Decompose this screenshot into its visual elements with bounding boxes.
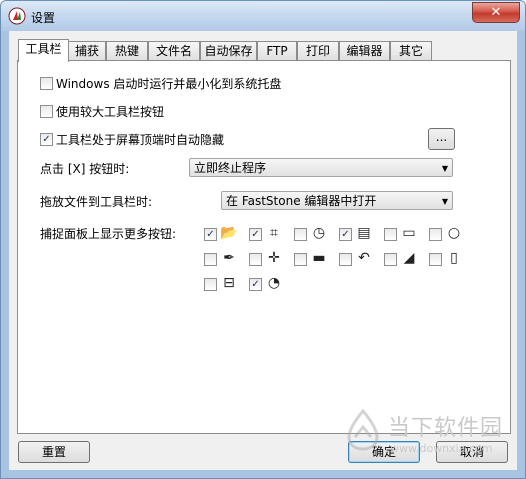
tab-toolbar[interactable]: 工具栏 <box>18 39 69 62</box>
close-button[interactable]: ✕ <box>472 2 520 23</box>
crop-frame-icon: ⌗ <box>270 225 278 241</box>
tab-print[interactable]: 打印 <box>297 41 339 60</box>
large-buttons-label: 使用较大工具栏按钮 <box>56 105 165 119</box>
film-icon: ▤ <box>357 225 371 241</box>
capture-option-checkbox[interactable] <box>204 278 217 291</box>
capture-option-checkbox[interactable] <box>294 253 307 266</box>
close-click-value: 立即终止程序 <box>194 161 267 175</box>
capture-option-checkbox[interactable] <box>204 228 217 241</box>
capture-option-checkbox[interactable] <box>249 278 262 291</box>
chevron-down-icon: ▼ <box>441 197 448 206</box>
drag-drop-label: 拖放文件到工具栏时: <box>40 195 153 209</box>
open-folder-icon: 📂 <box>220 225 238 241</box>
capture-option-checkbox[interactable] <box>384 253 397 266</box>
tab-editor[interactable]: 编辑器 <box>339 41 390 60</box>
title-bar[interactable]: 设置 ✕ <box>1 1 525 31</box>
window-title: 设置 <box>31 11 56 25</box>
drag-drop-value: 在 FastStone 编辑器中打开 <box>226 194 377 208</box>
drag-drop-select[interactable]: 在 FastStone 编辑器中打开 ▼ <box>221 191 453 210</box>
draw-icon: ◢ <box>403 250 415 266</box>
crosshair-icon: ✛ <box>268 250 280 266</box>
clock-icon: ◷ <box>312 225 326 241</box>
chevron-down-icon: ▼ <box>441 164 448 173</box>
tab-other[interactable]: 其它 <box>390 41 432 60</box>
capture-option-checkbox[interactable] <box>384 228 397 241</box>
tab-autosave[interactable]: 自动保存 <box>200 41 257 60</box>
capture-option-checkbox[interactable] <box>429 228 442 241</box>
startup-minimize-checkbox[interactable] <box>40 77 53 90</box>
pdf-icon: ▯ <box>450 250 458 266</box>
autohide-label: 工具栏处于屏幕顶端时自动隐藏 <box>56 133 225 147</box>
more-options-button[interactable]: ... <box>428 128 455 150</box>
capture-option-checkbox[interactable] <box>249 253 262 266</box>
ruler-icon: ▬ <box>312 250 326 266</box>
tab-capture[interactable]: 捕获 <box>68 41 106 60</box>
large-buttons-checkbox[interactable] <box>40 105 53 118</box>
timer-icon: ◔ <box>267 275 281 291</box>
reset-button[interactable]: 重置 <box>18 441 90 463</box>
watermark-text: 当下软件园 <box>388 416 504 441</box>
watermark-url: www.downxia.com <box>390 442 493 455</box>
autohide-checkbox[interactable] <box>40 133 53 146</box>
capture-option-checkbox[interactable] <box>429 253 442 266</box>
startup-minimize-label: Windows 启动时运行并最小化到系统托盘 <box>56 77 282 91</box>
capture-option-checkbox[interactable] <box>339 253 352 266</box>
capture-option-checkbox[interactable] <box>294 228 307 241</box>
tab-filename[interactable]: 文件名 <box>148 41 200 60</box>
tab-hotkeys[interactable]: 热键 <box>106 41 148 60</box>
app-icon <box>8 7 26 25</box>
magnifier-icon: ○ <box>447 225 461 241</box>
capture-option-checkbox[interactable] <box>249 228 262 241</box>
capture-option-checkbox[interactable] <box>339 228 352 241</box>
rectangle-icon: ▭ <box>402 225 416 241</box>
layout-icon: ⊟ <box>223 275 235 291</box>
capture-panel-label: 捕捉面板上显示更多按钮: <box>40 227 177 241</box>
undo-icon: ↶ <box>358 250 370 266</box>
capture-option-checkbox[interactable] <box>204 253 217 266</box>
tab-ftp[interactable]: FTP <box>257 41 297 60</box>
watermark-logo-icon <box>347 409 379 451</box>
color-picker-icon: ✒ <box>223 250 235 266</box>
close-click-label: 点击 [X] 按钮时: <box>40 162 130 176</box>
close-click-select[interactable]: 立即终止程序 ▼ <box>189 158 453 177</box>
